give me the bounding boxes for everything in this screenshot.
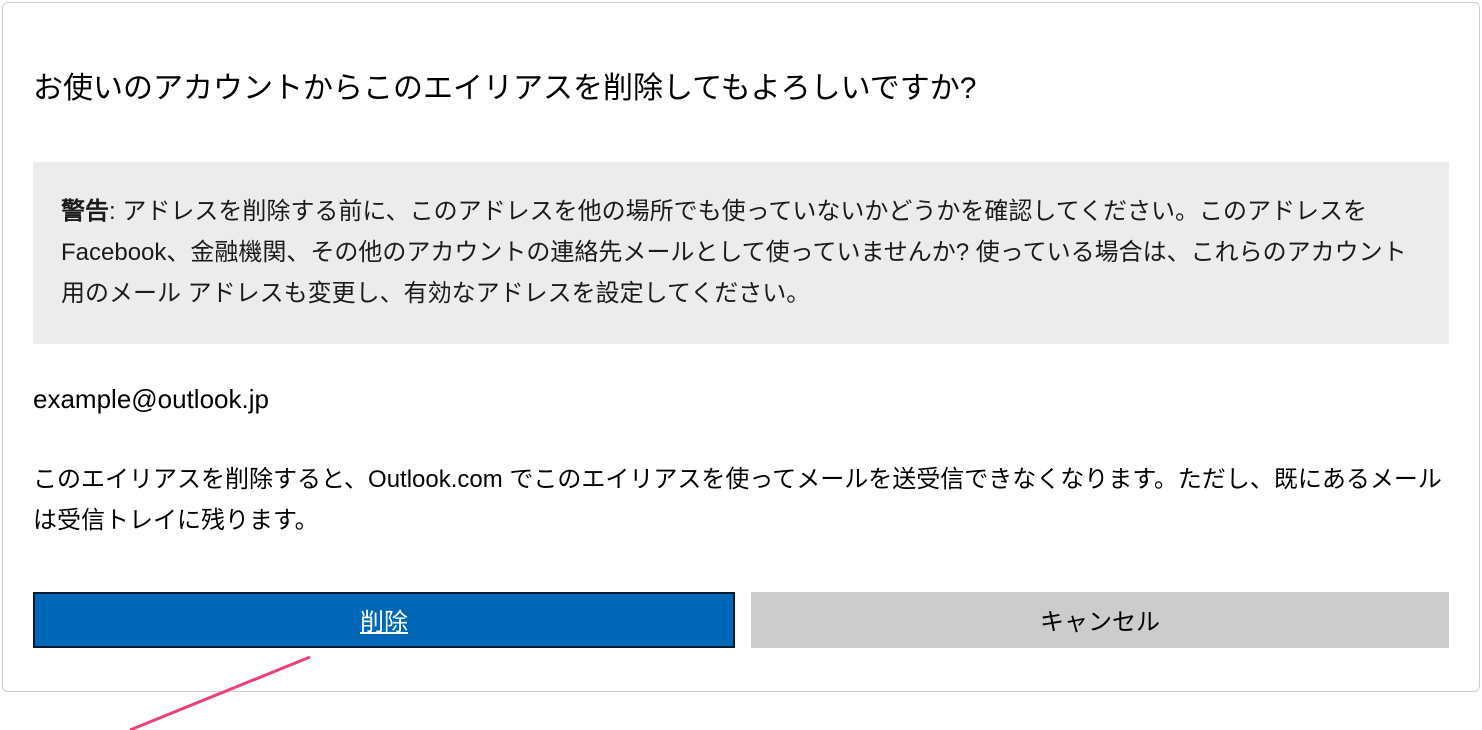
deletion-note: このエイリアスを削除すると、Outlook.com でこのエイリアスを使ってメー… [33,460,1449,542]
alias-email: example@outlook.jp [33,384,1449,415]
warning-label: 警告 [61,198,109,225]
cancel-button[interactable]: キャンセル [751,592,1449,648]
warning-text: : アドレスを削除する前に、このアドレスを他の場所でも使っていないかどうかを確認… [61,198,1407,307]
delete-alias-dialog: お使いのアカウントからこのエイリアスを削除してもよろしいですか? 警告: アドレ… [2,2,1480,692]
delete-button[interactable]: 削除 [33,592,735,648]
button-row: 削除 キャンセル [33,592,1449,648]
warning-box: 警告: アドレスを削除する前に、このアドレスを他の場所でも使っていないかどうかを… [33,162,1449,344]
dialog-title: お使いのアカウントからこのエイリアスを削除してもよろしいですか? [33,63,1449,107]
